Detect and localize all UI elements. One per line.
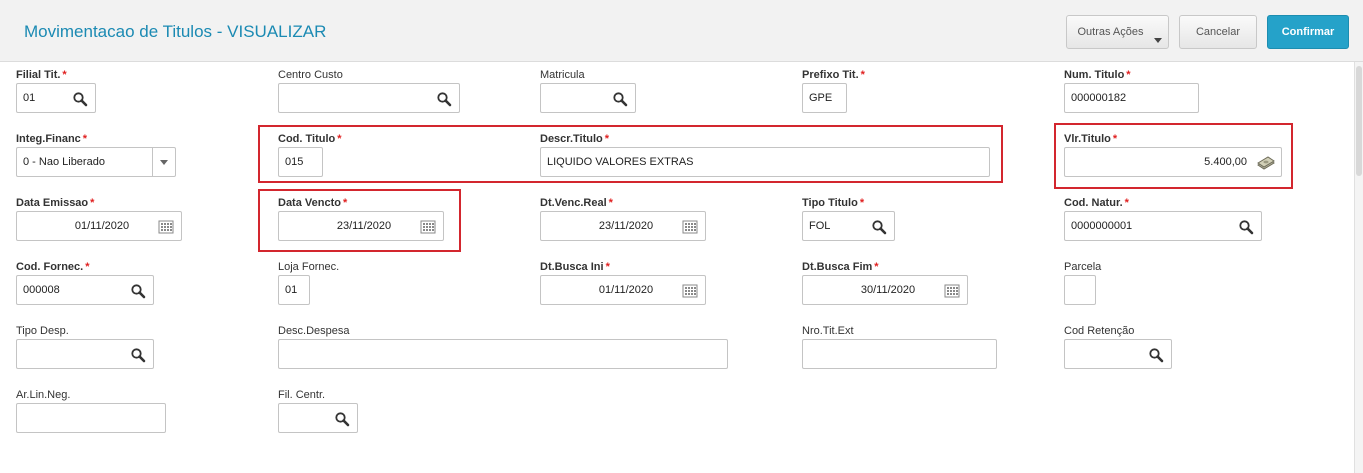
loja-fornec-label: Loja Fornec. [278, 261, 340, 273]
calendar-icon[interactable] [420, 219, 436, 235]
num-titulo-field[interactable]: 000000182 [1064, 83, 1199, 113]
filial-field[interactable]: 01 [16, 83, 96, 113]
cod-natur-label: Cod. Natur. * [1064, 197, 1129, 209]
chevron-down-icon [1154, 38, 1162, 43]
search-icon[interactable] [436, 91, 452, 107]
dt-busca-ini-field[interactable]: 01/11/2020 [540, 275, 706, 305]
calendar-icon[interactable] [682, 219, 698, 235]
prefixo-field[interactable]: GPE [802, 83, 847, 113]
search-icon[interactable] [334, 411, 350, 427]
centro-custo-field[interactable] [278, 83, 460, 113]
confirm-button[interactable]: Confirmar [1267, 15, 1349, 49]
search-icon[interactable] [72, 91, 88, 107]
tipo-titulo-label: Tipo Titulo * [802, 197, 865, 209]
dt-busca-fim-label: Dt.Busca Fim * [802, 261, 879, 273]
dt-venc-real-label: Dt.Venc.Real * [540, 197, 613, 209]
vlr-titulo-field[interactable]: 5.400,00 [1064, 147, 1282, 177]
desc-despesa-field[interactable] [278, 339, 728, 369]
data-emissao-field[interactable]: 01/11/2020 [16, 211, 182, 241]
cancel-button[interactable]: Cancelar [1179, 15, 1257, 49]
cod-retencao-label: Cod Retenção [1064, 325, 1135, 337]
filial-label: Filial Tit. * [16, 69, 67, 81]
calendar-icon[interactable] [158, 219, 174, 235]
search-icon[interactable] [612, 91, 628, 107]
centro-custo-label: Centro Custo [278, 69, 343, 81]
cod-natur-field[interactable]: 0000000001 [1064, 211, 1262, 241]
search-icon[interactable] [871, 219, 887, 235]
integ-financ-label: Integ.Financ * [16, 133, 88, 145]
descr-titulo-label: Descr.Titulo * [540, 133, 610, 145]
cod-fornec-label: Cod. Fornec. * [16, 261, 90, 273]
fil-centr-label: Fil. Centr. [278, 389, 326, 401]
chevron-down-icon[interactable] [152, 148, 175, 176]
vlr-titulo-label: Vlr.Titulo * [1064, 133, 1118, 145]
cod-titulo-field[interactable]: 015 [278, 147, 323, 177]
dt-busca-fim-field[interactable]: 30/11/2020 [802, 275, 968, 305]
scrollbar[interactable] [1354, 62, 1363, 473]
outras-acoes-label: Outras Ações [1077, 26, 1144, 38]
scrollbar-thumb[interactable] [1356, 66, 1362, 176]
data-vencto-label: Data Vencto * [278, 197, 348, 209]
cod-titulo-label: Cod. Titulo * [278, 133, 342, 145]
loja-fornec-field[interactable]: 01 [278, 275, 310, 305]
integ-financ-select[interactable]: 0 - Nao Liberado [16, 147, 176, 177]
parcela-field[interactable] [1064, 275, 1096, 305]
desc-despesa-label: Desc.Despesa [278, 325, 350, 337]
search-icon[interactable] [130, 283, 146, 299]
tipo-titulo-field[interactable]: FOL [802, 211, 895, 241]
money-icon[interactable] [1256, 155, 1276, 171]
data-emissao-label: Data Emissao * [16, 197, 95, 209]
calendar-icon[interactable] [682, 283, 698, 299]
calendar-icon[interactable] [944, 283, 960, 299]
cod-retencao-field[interactable] [1064, 339, 1172, 369]
parcela-label: Parcela [1064, 261, 1102, 273]
outras-acoes-button[interactable]: Outras Ações [1066, 15, 1169, 49]
matricula-field[interactable] [540, 83, 636, 113]
search-icon[interactable] [1148, 347, 1164, 363]
page-title: Movimentacao de Titulos - VISUALIZAR [24, 22, 327, 41]
dt-busca-ini-label: Dt.Busca Ini * [540, 261, 610, 273]
nro-tit-ext-field[interactable] [802, 339, 997, 369]
search-icon[interactable] [1238, 219, 1254, 235]
fil-centr-field[interactable] [278, 403, 358, 433]
prefixo-label: Prefixo Tit. * [802, 69, 865, 81]
descr-titulo-field[interactable]: LIQUIDO VALORES EXTRAS [540, 147, 990, 177]
dt-venc-real-field[interactable]: 23/11/2020 [540, 211, 706, 241]
tipo-desp-label: Tipo Desp. [16, 325, 69, 337]
cod-fornec-field[interactable]: 000008 [16, 275, 154, 305]
search-icon[interactable] [130, 347, 146, 363]
matricula-label: Matricula [540, 69, 585, 81]
ar-lin-neg-label: Ar.Lin.Neg. [16, 389, 71, 401]
header-bar: Movimentacao de Titulos - VISUALIZAR Out… [0, 0, 1363, 62]
ar-lin-neg-field[interactable] [16, 403, 166, 433]
tipo-desp-field[interactable] [16, 339, 154, 369]
num-titulo-label: Num. Titulo * [1064, 69, 1131, 81]
nro-tit-ext-label: Nro.Tit.Ext [802, 325, 854, 337]
data-vencto-field[interactable]: 23/11/2020 [278, 211, 444, 241]
